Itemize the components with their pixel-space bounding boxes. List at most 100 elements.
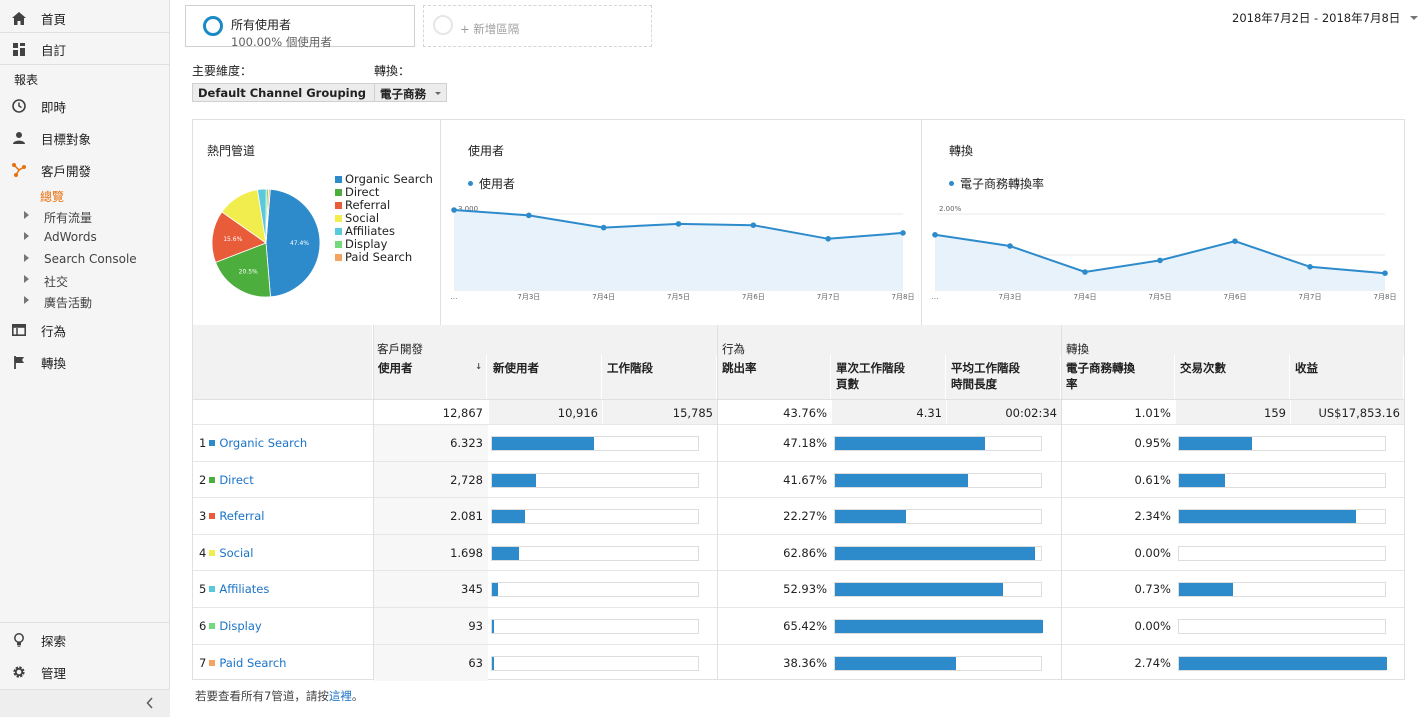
nav-home[interactable]: 首頁: [0, 3, 170, 33]
conversion-dropdown[interactable]: 電子商務: [374, 83, 447, 102]
bar-bounce: [834, 655, 1042, 671]
cell-users: 1.698: [450, 545, 483, 560]
add-segment-button[interactable]: + 新增區隔: [423, 5, 652, 47]
row-rank: 7: [199, 655, 207, 670]
primary-dimension-dropdown[interactable]: Default Channel Grouping: [192, 83, 388, 102]
column-header-1[interactable]: 新使用者: [489, 355, 602, 399]
channel-color-swatch: [209, 659, 216, 666]
data-point: [1382, 270, 1388, 276]
channel-link[interactable]: Display: [219, 619, 261, 633]
column-header-6[interactable]: 電子商務轉換 率: [1062, 355, 1175, 399]
bar-bounce: [834, 436, 1042, 451]
nav-realtime[interactable]: 即時: [0, 91, 170, 121]
channel-color-swatch: [209, 586, 216, 593]
channel-link[interactable]: Affiliates: [219, 582, 269, 596]
nav-adwords[interactable]: AdWords: [0, 228, 170, 248]
top-channels-title: 熱門管道: [207, 144, 256, 158]
bar-fill: [835, 656, 956, 670]
bar-fill: [1179, 583, 1234, 597]
channel-color-swatch: [209, 513, 216, 520]
column-header-7[interactable]: 交易次數: [1176, 355, 1290, 399]
x-tick-label: 7月5日: [1149, 293, 1172, 301]
conversions-panel: 轉換 電子商務轉換率 2.00%1.00%…7月3日7月4日7月5日7月6日7月…: [923, 120, 1404, 325]
person-icon: [11, 130, 27, 146]
bar-fill: [492, 620, 495, 633]
bar-users: [491, 509, 699, 525]
primary-dimension-label: 主要維度：: [192, 64, 253, 78]
nav-acquisition[interactable]: 客戶開發: [0, 155, 170, 185]
date-range-picker[interactable]: 2018年7月2日 - 2018年7月8日: [1232, 10, 1418, 26]
bar-conv: [1178, 436, 1386, 451]
total-0: 12,867: [374, 400, 487, 424]
data-point: [600, 224, 607, 231]
nav-search-console[interactable]: Search Console: [0, 250, 170, 270]
data-point: [750, 222, 757, 228]
x-tick-label: 7月8日: [1374, 293, 1397, 301]
channel-cell: 1 Organic Search: [199, 436, 307, 450]
column-header-8[interactable]: 收益: [1291, 355, 1404, 399]
x-tick-label: 7月7日: [817, 293, 840, 301]
pie-label-2: 15.6%: [223, 236, 242, 243]
column-header-5[interactable]: 平均工作階段 時間長度: [947, 355, 1061, 399]
main-content: 所有使用者 100.00% 個使用者 + 新增區隔 2018年7月2日 - 20…: [178, 0, 1420, 717]
channel-link[interactable]: Direct: [219, 473, 253, 487]
row-rank: 6: [199, 619, 207, 633]
cell-conv: 0.73%: [1134, 582, 1171, 597]
channel-link[interactable]: Paid Search: [219, 656, 286, 670]
row-rank: 5: [199, 582, 207, 597]
data-point: [932, 232, 938, 238]
nav-all-traffic[interactable]: 所有流量: [0, 207, 170, 227]
nav-audience[interactable]: 目標對象: [0, 123, 170, 153]
expand-icon: [24, 254, 29, 262]
bar-users: [491, 545, 699, 561]
column-header-4[interactable]: 單次工作階段 頁數: [832, 355, 946, 399]
x-tick-label: 7月3日: [999, 293, 1022, 301]
collapse-sidebar-button[interactable]: [0, 689, 170, 717]
nav-admin[interactable]: 管理: [0, 657, 170, 687]
footer-link[interactable]: 這裡: [329, 689, 352, 703]
table-row: 5 Affiliates 345 52.93% 0.73%: [193, 570, 1404, 608]
nav-discover[interactable]: 探索: [0, 625, 170, 655]
cell-bounce: 65.42%: [783, 619, 827, 633]
table-row: 1 Organic Search 6.323 47.18% 0.95%: [193, 424, 1404, 461]
column-header-2[interactable]: 工作階段: [603, 355, 717, 399]
segment-circle-icon: [203, 16, 223, 36]
chevron-down-icon: [1409, 16, 1418, 20]
row-rank: 4: [199, 545, 207, 560]
charts-panel: 熱門管道 47.4% 20.5% 15.6% Organic Search Dire…: [192, 119, 1405, 326]
nav-overview[interactable]: 總覽: [40, 188, 64, 205]
nav-conversions[interactable]: 轉換: [0, 347, 170, 377]
cell-conv: 0.61%: [1134, 472, 1171, 487]
x-tick-label: 7月3日: [517, 293, 540, 301]
bar-conv: [1178, 509, 1386, 525]
nav-social[interactable]: 社交: [0, 271, 170, 291]
cell-conv: 2.74%: [1134, 655, 1171, 670]
cell-conv: 2.34%: [1134, 509, 1171, 524]
pie-label-1: 20.5%: [239, 268, 258, 275]
table-row: 3 Referral 2.081 22.27% 2.34%: [193, 497, 1404, 535]
cell-bounce: 62.86%: [783, 545, 827, 560]
column-header-0[interactable]: 使用者 ↓: [374, 355, 487, 399]
segment-all-users[interactable]: 所有使用者 100.00% 個使用者: [185, 5, 415, 49]
segment-name: 所有使用者: [231, 18, 292, 32]
channel-link[interactable]: Organic Search: [219, 436, 307, 450]
cell-users: 63: [468, 655, 483, 670]
bar-bounce: [834, 582, 1042, 598]
bar-fill: [492, 473, 536, 487]
nav-behavior[interactable]: 行為: [0, 315, 170, 345]
bar-fill: [492, 510, 526, 524]
nav-custom[interactable]: 自訂: [0, 34, 170, 64]
dashboard-icon: [11, 41, 27, 57]
channel-link[interactable]: Referral: [219, 509, 264, 523]
nav-campaigns[interactable]: 廣告活動: [0, 292, 170, 312]
lightbulb-icon: [11, 632, 27, 648]
bar-bounce: [834, 472, 1042, 488]
channel-cell: 4 Social: [199, 546, 253, 560]
column-header-3[interactable]: 跳出率: [718, 355, 831, 399]
users-panel: 使用者 使用者 3,0001,500…7月3日7月4日7月5日7月6日7月7日7…: [442, 120, 922, 325]
channel-link[interactable]: Social: [219, 546, 253, 560]
bar-fill: [835, 583, 1004, 597]
table-row: 7 Paid Search 63 38.36% 2.74%: [193, 643, 1404, 681]
sidebar: 首頁 自訂 報表 即時 目標對象 客戶開發 總覽 所有流量 AdWords Se…: [0, 0, 170, 717]
row-rank: 3: [199, 509, 207, 524]
